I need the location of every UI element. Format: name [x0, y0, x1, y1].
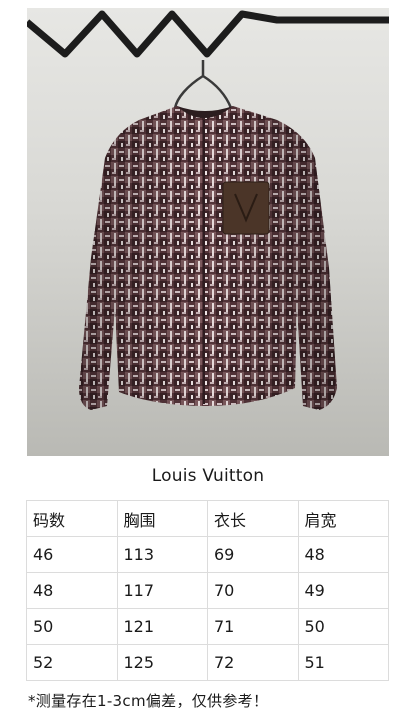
table-cell: 46 [26, 536, 118, 573]
table-cell: 52 [26, 644, 118, 681]
rail-zigzag [27, 10, 389, 58]
table-header-row: 码数 胸围 衣长 肩宽 [26, 500, 389, 537]
table-row: 48 117 70 49 [26, 572, 389, 609]
table-cell: 51 [297, 644, 389, 681]
header-chest: 胸围 [116, 500, 208, 537]
table-cell: 125 [116, 644, 208, 681]
table-row: 46 113 69 48 [26, 536, 389, 573]
header-shoulder: 肩宽 [297, 500, 389, 537]
jacket-image [27, 10, 389, 410]
table-cell: 70 [207, 572, 299, 609]
table-cell: 69 [207, 536, 299, 573]
header-length: 衣长 [207, 500, 299, 537]
size-table: 码数 胸围 衣长 肩宽 46 113 69 48 48 117 70 49 50… [26, 500, 389, 681]
table-cell: 113 [116, 536, 208, 573]
table-cell: 117 [116, 572, 208, 609]
hanger-icon [173, 60, 233, 109]
table-cell: 50 [297, 608, 389, 645]
brand-title: Louis Vuitton [151, 466, 265, 486]
measurement-note: *测量存在1-3cm偏差，仅供参考！ [28, 692, 269, 710]
leather-pocket [222, 181, 270, 235]
table-row: 52 125 72 51 [26, 644, 389, 681]
table-cell: 71 [207, 608, 299, 645]
product-photo [27, 8, 389, 456]
header-size: 码数 [26, 500, 118, 537]
table-cell: 48 [26, 572, 118, 609]
table-cell: 49 [297, 572, 389, 609]
table-row: 50 121 71 50 [26, 608, 389, 645]
table-cell: 72 [207, 644, 299, 681]
table-cell: 121 [116, 608, 208, 645]
table-cell: 48 [297, 536, 389, 573]
table-cell: 50 [26, 608, 118, 645]
